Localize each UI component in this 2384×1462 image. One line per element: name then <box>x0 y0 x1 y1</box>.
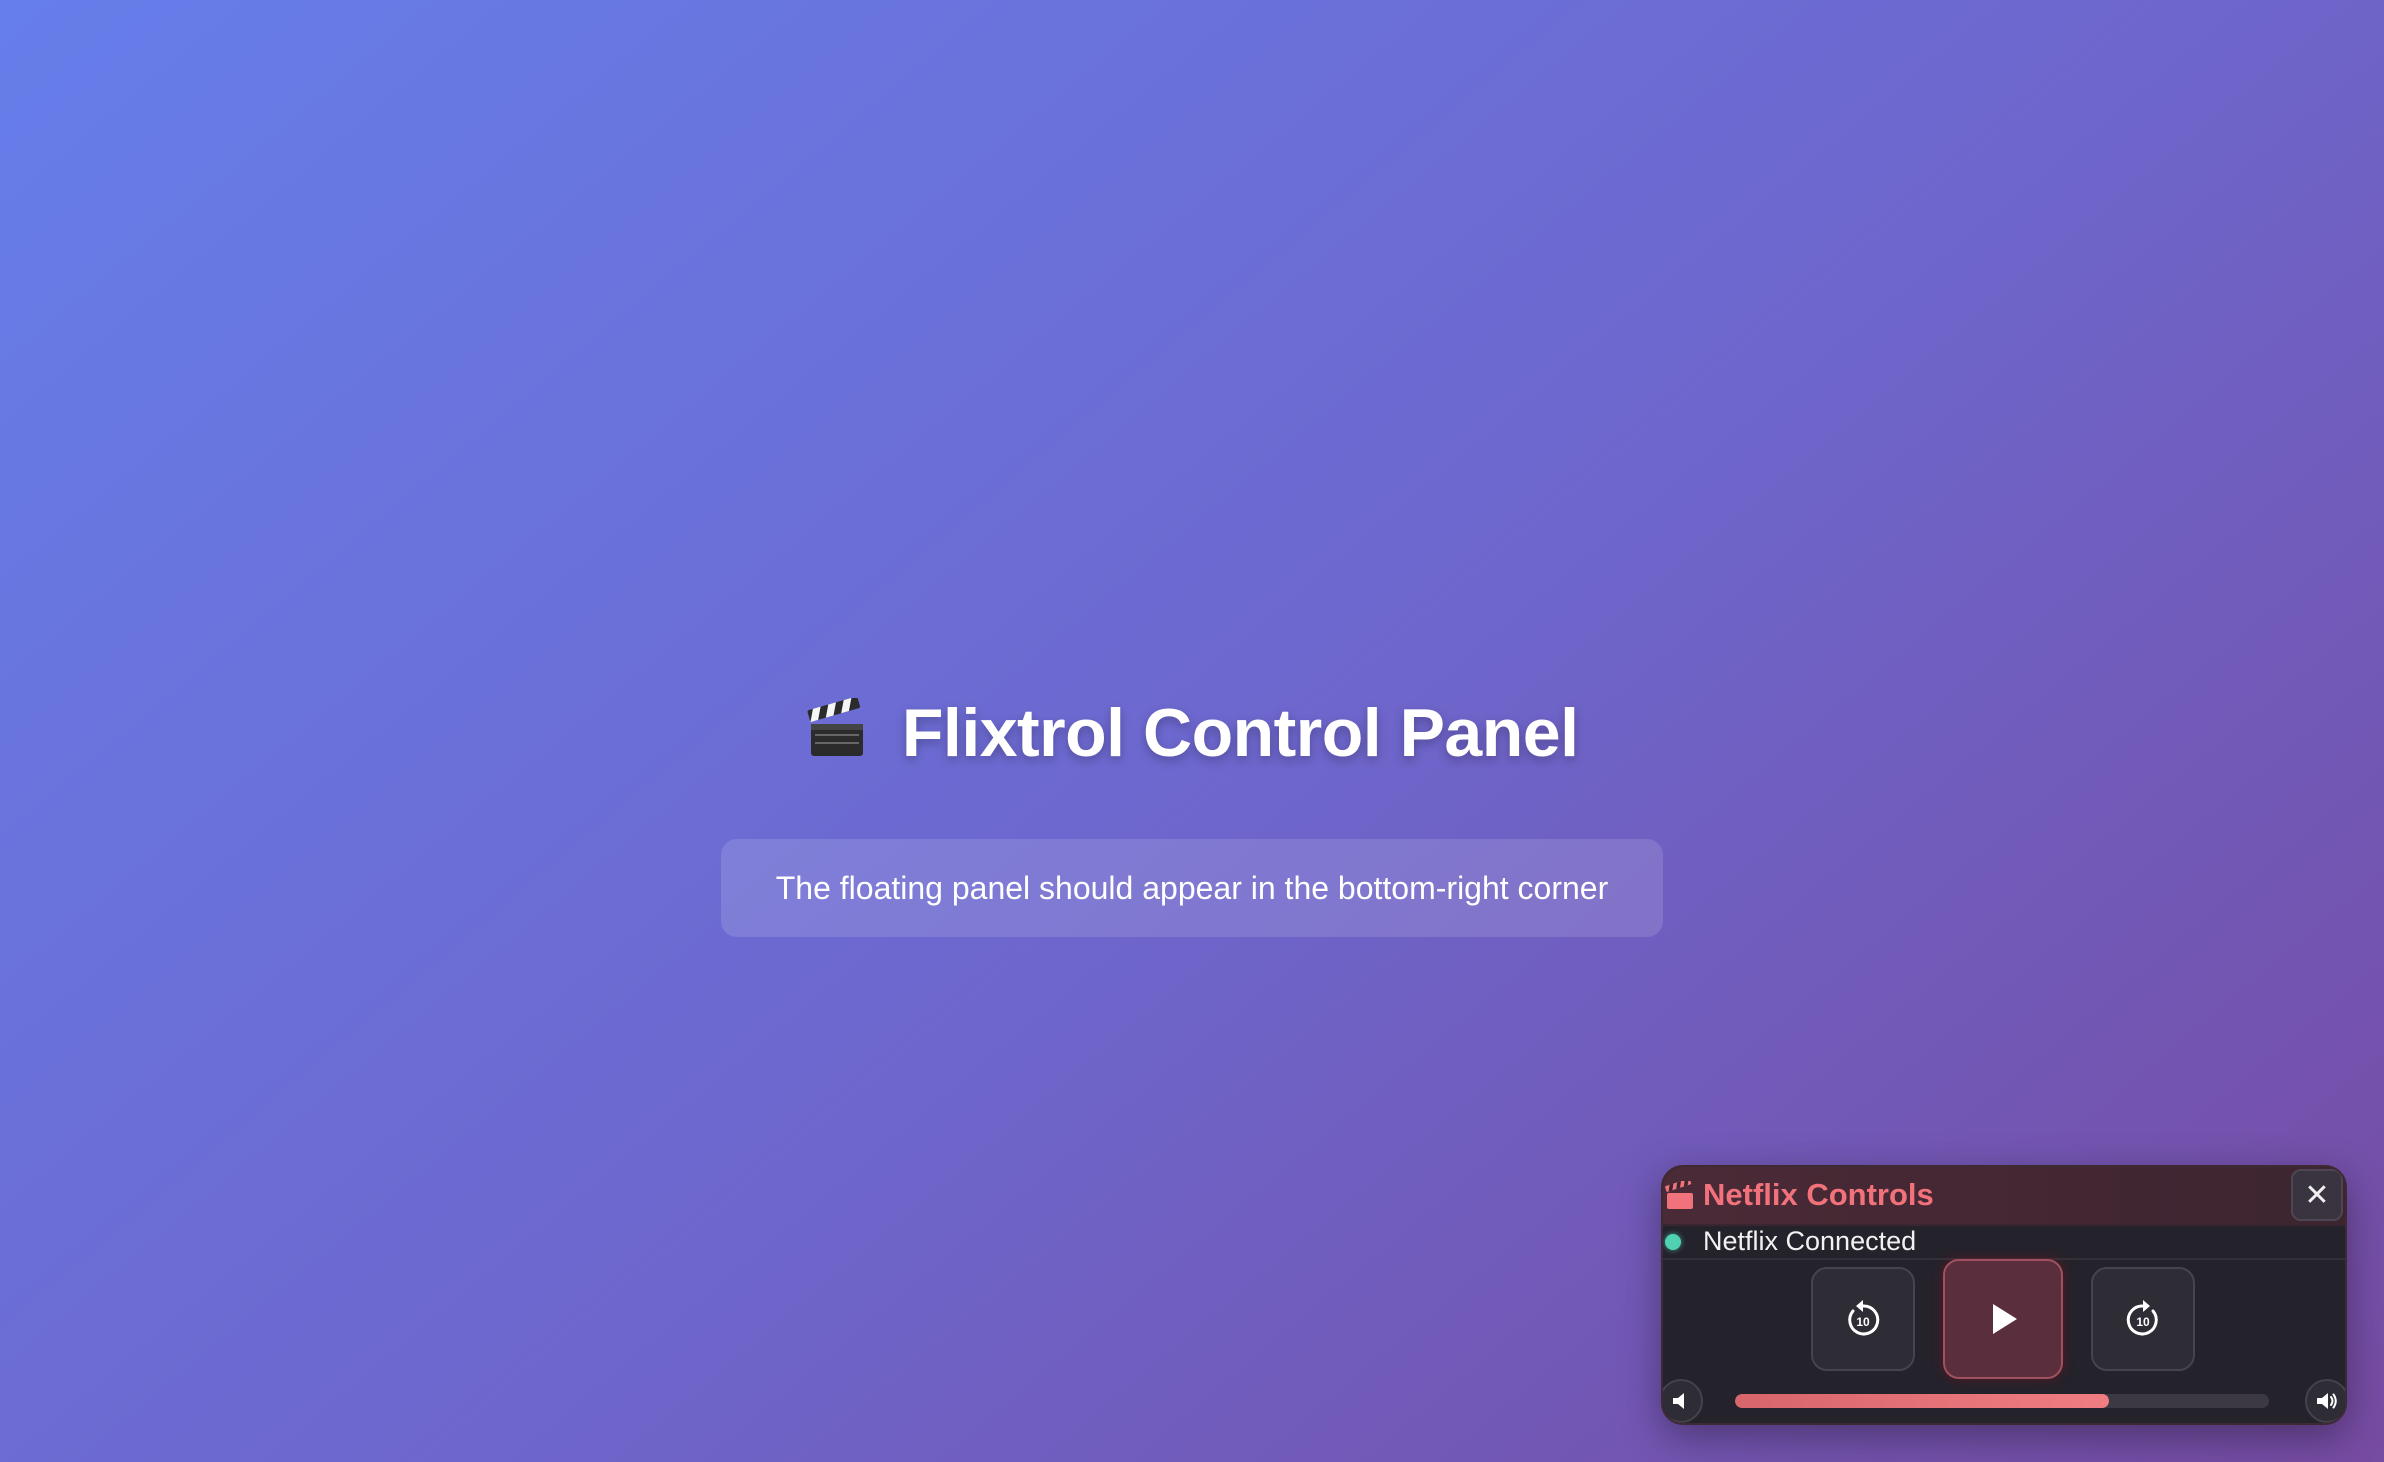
volume-slider[interactable] <box>1735 1394 2269 1408</box>
panel-title: Netflix Controls <box>1703 1177 1934 1212</box>
page-title-row: Flixtrol Control Panel <box>0 694 2384 778</box>
forward-10-icon: 10 <box>2126 1300 2158 1336</box>
rewind-10-icon: 10 <box>1848 1300 1880 1336</box>
info-text: The floating panel should appear in the … <box>775 869 1609 906</box>
close-button[interactable]: ✕ <box>2291 1169 2343 1221</box>
clapperboard-icon <box>1665 1178 1695 1211</box>
volume-slider-fill <box>1735 1394 2109 1408</box>
info-box: The floating panel should appear in the … <box>721 839 1663 937</box>
volume-low-icon <box>1673 1393 1684 1409</box>
floating-control-panel: Netflix Controls ✕ Netflix Connected 10 … <box>1661 1165 2347 1425</box>
panel-header[interactable]: Netflix Controls ✕ <box>1663 1167 2345 1226</box>
rewind-10-button[interactable]: 10 <box>1811 1267 1915 1371</box>
clapperboard-icon <box>805 696 869 778</box>
play-button[interactable] <box>1943 1259 2063 1379</box>
forward-seconds-label: 10 <box>2136 1315 2150 1329</box>
connection-status: Netflix Connected <box>1663 1226 2345 1260</box>
forward-10-button[interactable]: 10 <box>2091 1267 2195 1371</box>
volume-high-icon <box>2317 1393 2337 1409</box>
status-text: Netflix Connected <box>1703 1226 1917 1256</box>
play-icon <box>1993 1304 2017 1334</box>
page-title: Flixtrol Control Panel <box>901 695 1579 771</box>
status-indicator-dot <box>1665 1234 1681 1250</box>
rewind-seconds-label: 10 <box>1856 1315 1870 1329</box>
volume-up-button[interactable] <box>2305 1379 2345 1423</box>
close-icon: ✕ <box>2304 1178 2330 1212</box>
volume-down-button[interactable] <box>1663 1379 1703 1423</box>
